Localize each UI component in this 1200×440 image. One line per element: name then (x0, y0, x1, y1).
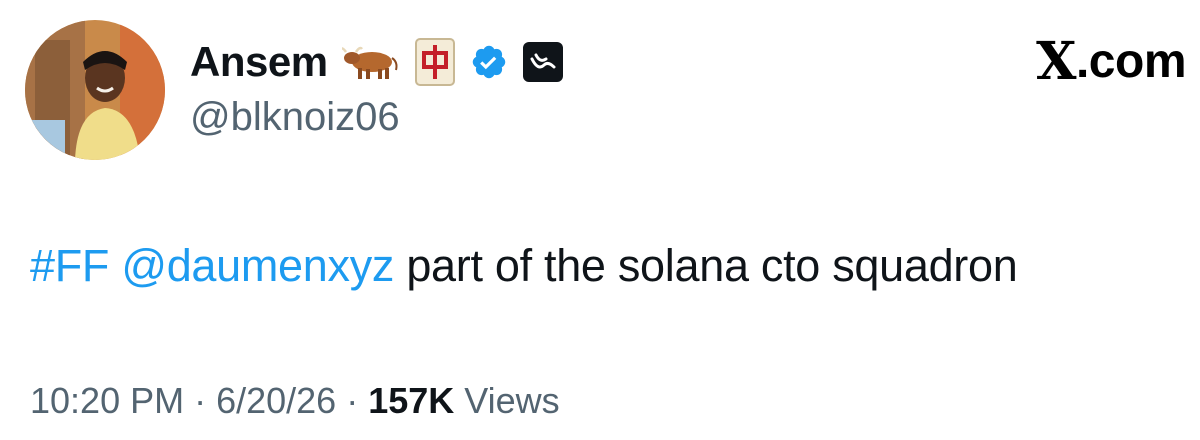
tweet-text: #FF @daumenxyz part of the solana cto sq… (30, 240, 1018, 292)
affiliate-badge-icon[interactable] (522, 41, 564, 83)
x-logo-icon: X (1036, 30, 1076, 92)
display-name[interactable]: Ansem (190, 38, 328, 86)
author-header: Ansem (190, 32, 564, 92)
mahjong-red-dragon-emoji (414, 37, 456, 87)
tweet-body: part of the solana cto squadron (394, 240, 1018, 291)
brand-label: .com (1075, 35, 1187, 88)
hashtag-link[interactable]: #FF (30, 240, 109, 291)
tweet-card: Ansem @blknoiz06 X .com #FF @daumenxyz p… (0, 0, 1200, 440)
views-count: 157K (368, 380, 455, 421)
tweet-date[interactable]: 6/20/26 (216, 380, 336, 421)
ox-emoji (341, 44, 400, 80)
verified-badge-icon[interactable] (470, 43, 508, 81)
avatar[interactable] (25, 20, 165, 160)
mention-link[interactable]: @daumenxyz (121, 240, 394, 291)
avatar-image (25, 20, 165, 160)
brand-logo: X .com (1036, 34, 1186, 89)
tweet-time[interactable]: 10:20 PM (30, 380, 184, 421)
meta-separator: · (184, 380, 217, 421)
views-label: Views (454, 380, 560, 421)
author-handle[interactable]: @blknoiz06 (190, 95, 400, 140)
tweet-meta: 10:20 PM · 6/20/26 · 157K Views (30, 380, 560, 422)
meta-separator: · (336, 380, 369, 421)
